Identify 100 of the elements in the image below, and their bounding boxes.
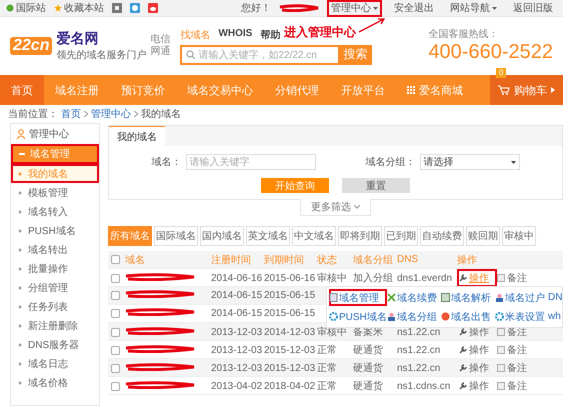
menu-item[interactable]: 米表设置: [495, 308, 548, 325]
breadcrumb-label: 当前位置：: [8, 108, 58, 121]
table-cell-text: 硬通货: [353, 380, 384, 393]
note-link[interactable]: 备注: [497, 379, 535, 393]
menu-item[interactable]: DN: [548, 289, 563, 306]
table-cell-text: 正常: [317, 380, 338, 393]
table-cell-text: 2013-04-02: [211, 380, 264, 392]
sidebar-item[interactable]: 分组管理: [11, 278, 99, 297]
column-header: 操作: [457, 254, 478, 266]
sidebar-item[interactable]: PUSH域名: [11, 221, 99, 240]
table-cell-text: 2015-06-16: [264, 272, 316, 284]
field-label: 域名：: [152, 156, 182, 169]
sidebar-item[interactable]: 域名转出: [11, 240, 99, 259]
column-header: DNS: [397, 254, 420, 265]
table-cell-text: 硬通货: [353, 344, 384, 357]
sidebar-item[interactable]: 任务列表: [11, 297, 99, 316]
sidebar-item[interactable]: 域名日志: [11, 354, 99, 373]
panel-tab[interactable]: 我的域名: [109, 126, 165, 146]
table-cell-text: ns1.22.cn: [397, 326, 442, 338]
group-select[interactable]: 请选择: [420, 154, 520, 170]
column-header: 注册时间: [211, 254, 252, 266]
network-label: 电信: [150, 34, 170, 46]
search-tab[interactable]: 帮助: [260, 28, 280, 42]
note-link[interactable]: 备注: [497, 361, 535, 375]
category-tab[interactable]: 自动续费: [420, 226, 464, 246]
sidebar-item[interactable]: 域名价格: [11, 373, 99, 392]
search-tab[interactable]: WHOIS: [218, 28, 252, 42]
action-link[interactable]: 操作: [457, 359, 497, 377]
table-cell-text: ns1.22.cn: [397, 362, 442, 374]
category-tab[interactable]: 中文域名: [292, 226, 336, 246]
breadcrumb-link[interactable]: 首页: [61, 107, 81, 121]
menu-item[interactable]: 域名分组: [387, 308, 441, 325]
category-tab[interactable]: 国内域名: [200, 226, 244, 246]
action-link[interactable]: 操作: [457, 377, 497, 395]
menu-item[interactable]: PUSH域名: [329, 308, 387, 325]
top-link[interactable]: 收藏本站: [54, 1, 104, 15]
sidebar-item[interactable]: 批量操作: [11, 259, 99, 278]
top-link[interactable]: 安全退出: [390, 0, 438, 16]
logo-name: 爱名网: [56, 30, 100, 48]
hotline-number: 400-660-2522: [428, 40, 553, 64]
nav-item[interactable]: 首页: [0, 75, 44, 105]
reset-button[interactable]: 重置: [342, 178, 410, 193]
table-cell-text: 2015-12-03: [264, 344, 316, 356]
category-tab[interactable]: 已到期: [384, 226, 418, 246]
table-cell-text: 2013-12-03: [211, 344, 264, 356]
top-link[interactable]: 网站导航: [446, 0, 501, 16]
category-tab[interactable]: 即将到期: [338, 226, 382, 246]
category-tab[interactable]: 国际域名: [154, 226, 198, 246]
breadcrumb-current: 我的域名: [141, 108, 181, 121]
logo-slogan: 领先的域名服务门户: [56, 48, 146, 62]
sidebar-item[interactable]: 域名转入: [11, 202, 99, 221]
table-cell-text: 硬通货: [353, 362, 384, 375]
table-cell-text: 正常: [317, 362, 338, 375]
category-tab[interactable]: 赎回期: [466, 226, 500, 246]
table-cell-text: 2015-12-03: [264, 362, 316, 374]
column-header: 到期时间: [264, 254, 305, 266]
menu-item[interactable]: 域名解析: [441, 289, 495, 306]
greeting-text: 您好！: [241, 2, 271, 15]
hotline-label: 全国客服热线：: [428, 28, 500, 40]
table-cell-text: 正常: [317, 344, 338, 357]
table-cell-text: ns1.cdns.cn: [397, 380, 452, 392]
action-link[interactable]: 操作: [457, 341, 497, 359]
menu-item[interactable]: 域名管理: [329, 289, 387, 306]
column-header: 域名分组: [353, 254, 394, 266]
table-cell-text: 2014-06-16: [211, 272, 264, 284]
more-filters-toggle[interactable]: 更多筛选: [300, 199, 371, 216]
cart-count: 0: [496, 68, 506, 78]
note-link[interactable]: 备注: [497, 271, 535, 285]
field-label: 域名分组：: [366, 156, 416, 169]
sidebar-item[interactable]: 新注册删除: [11, 316, 99, 335]
breadcrumb-link[interactable]: 管理中心: [91, 107, 131, 121]
table-cell-text: 2013-12-03: [211, 362, 264, 374]
table-cell-text: 2015-06-15: [264, 308, 316, 319]
menu-item[interactable]: 域名过户: [495, 289, 548, 306]
callout-text: 进入管理中心: [284, 24, 356, 41]
menu-item[interactable]: 域名续费: [387, 289, 441, 306]
menu-item[interactable]: 域名出售: [441, 308, 495, 325]
table-cell-text: 2014-06-15: [211, 308, 264, 319]
category-tab[interactable]: 英文域名: [246, 226, 290, 246]
top-link[interactable]: 国际站: [6, 1, 46, 15]
sidebar-item[interactable]: DNS服务器: [11, 335, 99, 354]
top-link[interactable]: 管理中心: [327, 0, 382, 16]
category-tab[interactable]: 审核中: [502, 226, 536, 246]
table-cell-text: 2013-12-03: [211, 326, 264, 338]
cart-button[interactable]: 购物车: [490, 75, 563, 105]
column-header: 域名: [125, 254, 146, 266]
top-link[interactable]: 返回旧版: [509, 0, 557, 16]
column-header: 状态: [317, 254, 338, 266]
sidebar-title: 管理中心: [29, 128, 69, 141]
table-cell-text: 加入分组: [353, 272, 394, 285]
table-cell-text: 2014-12-03: [264, 326, 316, 338]
menu-item[interactable]: wh: [548, 308, 563, 325]
table-cell-text: 审核中: [317, 272, 348, 285]
network-label: 网通: [150, 46, 170, 58]
table-cell-text: 2014-06-15: [211, 290, 264, 301]
sidebar-item[interactable]: 模板管理: [11, 183, 99, 202]
table-cell-text: dns1.everdn: [397, 272, 454, 284]
table-cell-text: 2018-04-02: [264, 380, 316, 392]
table-cell-text: 2015-06-15: [264, 290, 316, 301]
note-link[interactable]: 备注: [497, 343, 535, 357]
